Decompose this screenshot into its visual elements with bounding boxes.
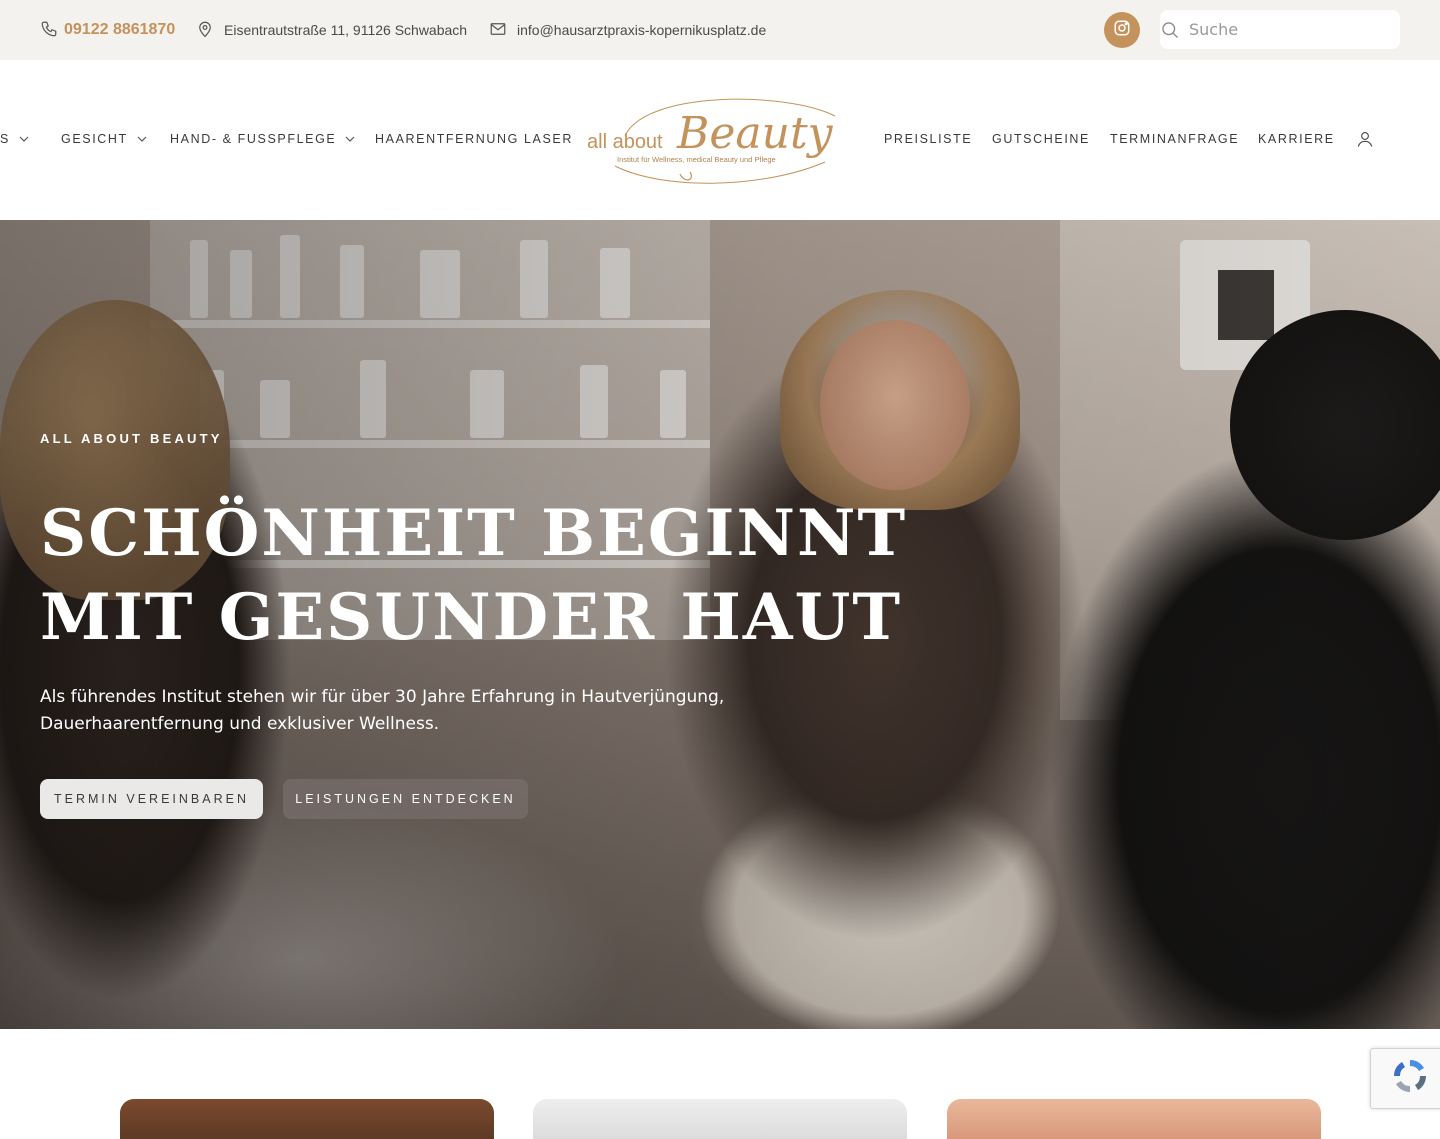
instagram-icon: [1113, 19, 1131, 42]
email-link[interactable]: info@hausarztpraxis-kopernikusplatz.de: [517, 22, 766, 38]
user-icon[interactable]: [1356, 130, 1374, 153]
hero-title-line2: MIT GESUNDER HAUT: [40, 580, 902, 655]
logo-line2: Beauty: [676, 108, 834, 159]
discover-services-button[interactable]: LEISTUNGEN ENTDECKEN: [283, 779, 528, 819]
address-contact: Eisentrautstraße 11, 91126 Schwabach: [196, 0, 467, 60]
nav-item-label: GESICHT: [61, 132, 128, 146]
nav-item-karriere[interactable]: KARRIERE: [1258, 130, 1335, 148]
logo-tagline: Institut für Wellness, medical Beauty un…: [617, 155, 776, 164]
main-navigation: S GESICHT HAND- & FUSSPFLEGE HAARENTFERN…: [0, 60, 1440, 220]
nav-item-terminanfrage[interactable]: TERMINANFRAGE: [1110, 130, 1239, 148]
service-card-image[interactable]: [947, 1099, 1321, 1139]
phone-icon: [40, 20, 58, 41]
search-box[interactable]: [1160, 10, 1400, 49]
nav-item-hand-fusspflege[interactable]: HAND- & FUSSPFLEGE: [170, 130, 355, 148]
address-text: Eisentrautstraße 11, 91126 Schwabach: [224, 22, 468, 38]
search-icon[interactable]: [1160, 20, 1180, 45]
nav-item-haarentfernung-laser[interactable]: HAARENTFERNUNG LASER: [375, 130, 573, 148]
recaptcha-badge[interactable]: [1370, 1048, 1440, 1109]
nav-item-label: KARRIERE: [1258, 132, 1335, 146]
chevron-down-icon: [345, 136, 355, 142]
nav-item-label: PREISLISTE: [884, 132, 973, 146]
search-input[interactable]: [1189, 18, 1389, 40]
phone-number[interactable]: 09122 8861870: [64, 21, 175, 39]
hero-description: Als führendes Institut stehen wir für üb…: [40, 687, 725, 734]
hero-title: SCHÖNHEIT BEGINNT MIT GESUNDER HAUT: [40, 492, 940, 660]
mail-icon: [489, 20, 507, 41]
service-card-image[interactable]: [533, 1099, 907, 1139]
nav-item-label: S: [0, 132, 10, 146]
nav-item-s[interactable]: S: [0, 130, 29, 148]
hero-eyebrow: ALL ABOUT BEAUTY: [40, 431, 223, 446]
chevron-down-icon: [19, 136, 29, 142]
email-contact[interactable]: info@hausarztpraxis-kopernikusplatz.de: [489, 0, 766, 60]
nav-item-label: HAND- & FUSSPFLEGE: [170, 132, 337, 146]
nav-item-label: GUTSCHEINE: [992, 132, 1090, 146]
nav-item-gesicht[interactable]: GESICHT: [61, 130, 147, 148]
service-card-image[interactable]: [120, 1099, 494, 1139]
instagram-button[interactable]: [1104, 12, 1140, 48]
nav-item-label: HAARENTFERNUNG LASER: [375, 132, 573, 146]
brand-logo[interactable]: all about Beauty Institut für Wellness, …: [585, 96, 855, 186]
hero-title-line1: SCHÖNHEIT BEGINNT: [40, 496, 908, 571]
nav-item-label: TERMINANFRAGE: [1110, 132, 1240, 146]
nav-item-preisliste[interactable]: PREISLISTE: [884, 130, 972, 148]
map-pin-icon: [196, 20, 214, 41]
recaptcha-icon: [1389, 1055, 1431, 1102]
hero-section: ALL ABOUT BEAUTY SCHÖNHEIT BEGINNT MIT G…: [0, 220, 1440, 1029]
phone-contact[interactable]: 09122 8861870: [40, 0, 175, 60]
logo-line1: all about: [587, 131, 663, 153]
top-bar: 09122 8861870 Eisentrautstraße 11, 91126…: [0, 0, 1440, 60]
chevron-down-icon: [137, 136, 147, 142]
nav-item-gutscheine[interactable]: GUTSCHEINE: [992, 130, 1090, 148]
book-appointment-button[interactable]: TERMIN VEREINBAREN: [40, 779, 263, 819]
